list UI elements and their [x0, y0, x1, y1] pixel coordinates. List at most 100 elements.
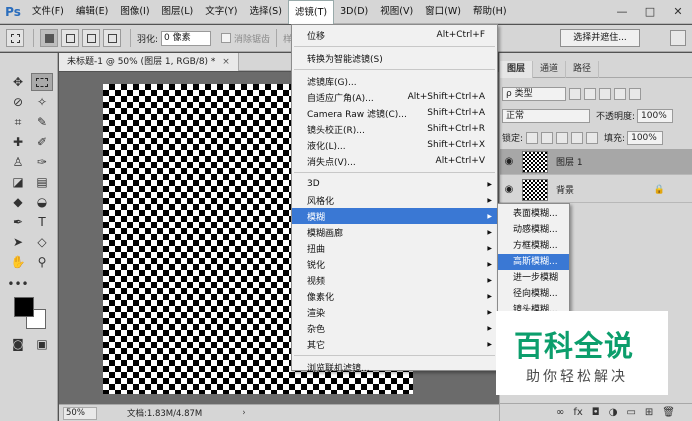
workspace-icon[interactable]	[670, 30, 686, 46]
menu-item[interactable]: 帮助(H)	[467, 0, 513, 24]
type-tool-icon[interactable]: T	[31, 213, 53, 231]
menu-item[interactable]: 窗口(W)	[419, 0, 467, 24]
filter-menu-item[interactable]: 位移 Alt+Ctrl+F	[292, 27, 497, 43]
blur-menu-item[interactable]: 径向模糊...	[498, 286, 569, 302]
filter-menu-item[interactable]: 消失点(V)... Alt+Ctrl+V	[292, 153, 497, 169]
eraser-tool-icon[interactable]: ◪	[7, 173, 29, 191]
filter-menu-item[interactable]: 像素化 ▶	[292, 288, 497, 304]
layer-row-layer1[interactable]: ◉ 图层 1	[500, 149, 692, 175]
history-brush-tool-icon[interactable]: ✑	[31, 153, 53, 171]
blur-menu-item[interactable]: 高斯模糊...	[498, 254, 569, 270]
menu-item[interactable]: 编辑(E)	[70, 0, 114, 24]
select-and-mask-button[interactable]: 选择并遮住...	[560, 29, 640, 47]
fill-input[interactable]: 100%	[627, 130, 664, 145]
document-tab[interactable]: 未标题-1 @ 50% (图层 1, RGB/8) * ×	[59, 52, 239, 71]
filter-menu-item[interactable]: 转换为智能滤镜(S)	[292, 50, 497, 66]
menu-item[interactable]: 文字(Y)	[199, 0, 243, 24]
panel-footer-icon[interactable]: ▭	[626, 407, 635, 418]
menu-item[interactable]: 图层(L)	[156, 0, 200, 24]
blur-menu-item[interactable]: 表面模糊...	[498, 206, 569, 222]
marquee-preset-icon[interactable]	[6, 29, 24, 47]
pen-tool-icon[interactable]: ✒	[7, 213, 29, 231]
filter-menu-item[interactable]: 视频 ▶	[292, 272, 497, 288]
filter-menu-item[interactable]: 其它 ▶	[292, 336, 497, 352]
panel-tab[interactable]: 通道	[533, 61, 567, 78]
lock-transparent-icon[interactable]	[526, 131, 539, 144]
status-menu-arrow-icon[interactable]: ›	[242, 408, 245, 418]
move-tool-icon[interactable]: ✥	[7, 73, 29, 91]
dodge-tool-icon[interactable]: ◒	[31, 193, 53, 211]
filter-menu-item[interactable]: 模糊画廊 ▶	[292, 224, 497, 240]
layer-row-background[interactable]: ◉ 背景 🔒	[500, 177, 692, 203]
rect-marquee-tool-icon[interactable]	[31, 73, 53, 91]
lock-all-icon[interactable]	[586, 131, 599, 144]
menu-item[interactable]: 滤镜(T)	[287, 0, 335, 24]
filter-pixel-icon[interactable]	[569, 87, 581, 100]
filter-menu-item[interactable]: Camera Raw 滤镜(C)... Shift+Ctrl+A	[292, 105, 497, 121]
filter-shape-icon[interactable]	[614, 87, 626, 100]
menu-item[interactable]: 3D(D)	[334, 0, 374, 24]
filter-menu-item[interactable]: 液化(L)... Shift+Ctrl+X	[292, 137, 497, 153]
feather-input[interactable]: 0 像素	[161, 30, 212, 46]
healing-brush-tool-icon[interactable]: ✚	[7, 133, 29, 151]
clone-stamp-tool-icon[interactable]: ♙	[7, 153, 29, 171]
filter-type-icon[interactable]	[599, 87, 611, 100]
panel-footer-icon[interactable]: fx	[573, 407, 582, 418]
layer-kind-select[interactable]: ρ 类型	[502, 86, 566, 101]
magic-wand-tool-icon[interactable]: ✧	[31, 93, 53, 111]
zoom-input[interactable]: 50%	[63, 406, 97, 420]
filter-menu-item[interactable]: 自适应广角(A)... Alt+Shift+Ctrl+A	[292, 89, 497, 105]
antialias-checkbox[interactable]	[221, 33, 232, 43]
blur-menu-item[interactable]: 进一步模糊	[498, 270, 569, 286]
lock-pixels-icon[interactable]	[541, 131, 554, 144]
filter-menu-item[interactable]: 模糊 ▶	[292, 208, 497, 224]
maximize-button[interactable]: □	[636, 0, 664, 22]
hand-tool-icon[interactable]: ✋	[7, 253, 29, 271]
filter-menu-item[interactable]: 镜头校正(R)... Shift+Ctrl+R	[292, 121, 497, 137]
subtract-selection-icon[interactable]	[82, 29, 100, 47]
foreground-color-swatch[interactable]	[14, 297, 34, 317]
panel-footer-icon[interactable]: 🗑	[662, 407, 675, 418]
blend-mode-select[interactable]: 正常	[502, 108, 590, 123]
panel-footer-icon[interactable]: ⊞	[645, 407, 653, 418]
blur-menu-item[interactable]: 方框模糊...	[498, 238, 569, 254]
filter-menu-item[interactable]: 渲染 ▶	[292, 304, 497, 320]
blur-tool-icon[interactable]: ◆	[7, 193, 29, 211]
zoom-tool-icon[interactable]: ⚲	[31, 253, 53, 271]
filter-menu-item[interactable]: 锐化 ▶	[292, 256, 497, 272]
close-icon[interactable]: ×	[222, 57, 230, 67]
lock-artboard-icon[interactable]	[571, 131, 584, 144]
new-selection-icon[interactable]	[40, 29, 58, 47]
blur-menu-item[interactable]: 动感模糊...	[498, 222, 569, 238]
add-selection-icon[interactable]	[61, 29, 79, 47]
menu-item[interactable]: 视图(V)	[374, 0, 419, 24]
quick-mask-icon[interactable]: ◙	[7, 335, 29, 353]
lock-position-icon[interactable]	[556, 131, 569, 144]
filter-menu-item[interactable]: 扭曲 ▶	[292, 240, 497, 256]
panel-footer-icon[interactable]: ∞	[556, 407, 564, 418]
path-selection-tool-icon[interactable]: ➤	[7, 233, 29, 251]
screen-mode-icon[interactable]: ▣	[31, 335, 53, 353]
filter-menu-item[interactable]: 滤镜库(G)...	[292, 73, 497, 89]
filter-menu-item[interactable]: 浏览联机滤镜...	[292, 359, 497, 375]
eyedropper-tool-icon[interactable]: ✎	[31, 113, 53, 131]
filter-menu-item[interactable]: 3D ▶	[292, 176, 497, 192]
visibility-eye-icon[interactable]: ◉	[500, 156, 518, 167]
filter-adjust-icon[interactable]	[584, 87, 596, 100]
filter-menu-item[interactable]: 杂色 ▶	[292, 320, 497, 336]
minimize-button[interactable]: —	[608, 0, 636, 22]
menu-item[interactable]: 图像(I)	[114, 0, 155, 24]
filter-menu-item[interactable]: 风格化 ▶	[292, 192, 497, 208]
panel-tab[interactable]: 路径	[566, 61, 600, 78]
lasso-tool-icon[interactable]: ⊘	[7, 93, 29, 111]
filter-smart-icon[interactable]	[629, 87, 641, 100]
crop-tool-icon[interactable]: ⌗	[7, 113, 29, 131]
intersect-selection-icon[interactable]	[103, 29, 121, 47]
more-tools-icon[interactable]: •••	[7, 275, 29, 293]
panel-tab[interactable]: 图层	[500, 61, 534, 78]
shape-tool-icon[interactable]: ◇	[31, 233, 53, 251]
panel-footer-icon[interactable]: ◑	[609, 407, 618, 418]
menu-item[interactable]: 选择(S)	[243, 0, 287, 24]
close-button[interactable]: ✕	[664, 0, 692, 22]
menu-item[interactable]: 文件(F)	[26, 0, 70, 24]
